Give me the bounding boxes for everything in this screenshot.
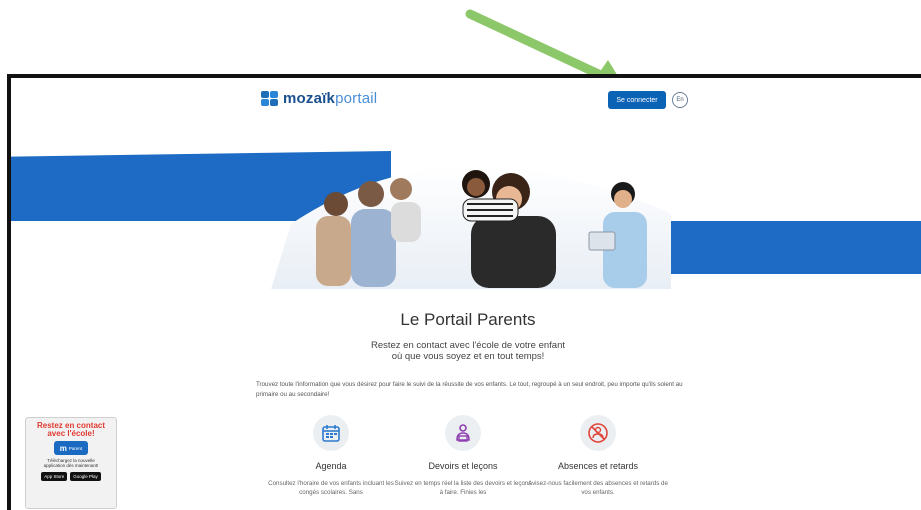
absence-no-person-icon [580,415,616,451]
hero-family-photo [271,165,671,289]
feature-absences-retards[interactable]: Absences et retards Avisez-nous facileme… [528,415,668,497]
se-connecter-button[interactable]: Se connecter [608,91,666,109]
subtitle-line-2: où que vous soyez et en tout temps! [391,351,545,362]
subtitle-line-1: Restez en contact avec l'école de votre … [370,340,566,351]
mozaik-parent-app-icon: m Parent [54,441,88,455]
feature-agenda[interactable]: Agenda Consultez l'horaire de vos enfant… [261,415,401,497]
mobile-app-promo[interactable]: Restez en contact avec l'école! m Parent… [25,417,117,509]
promo-description: Téléchargez la nouvelle application dès … [26,458,116,468]
promo-app-label: Parent [68,445,83,451]
feature-title: Agenda [315,461,347,471]
student-reading-icon [445,415,481,451]
page-title: Le Portail Parents [400,310,536,329]
mozaik-portail-logo[interactable]: mozaïkportail [261,90,377,107]
page-subtitle: Restez en contact avec l'école de votre … [11,340,921,362]
logo-wordmark: mozaïkportail [283,90,378,107]
language-toggle-button[interactable]: En [672,92,688,108]
feature-description: Avisez-nous facilement des absences et r… [528,480,668,496]
calendar-icon [313,415,349,451]
promo-title-line-2: avec l'école! [47,429,95,438]
google-play-badge[interactable]: Google Play [70,472,101,481]
feature-description: Consultez l'horaire de vos enfants inclu… [268,480,394,496]
promo-desc-line-2: application dès maintenant! [43,463,99,468]
intro-paragraph: Trouvez toute l'information que vous dés… [256,381,683,398]
promo-title: Restez en contact avec l'école! [26,422,116,438]
store-badges: App Store Google Play [26,472,116,481]
browser-page-frame: mozaïkportail Se connecter En Le Portail… [7,74,921,510]
mozaik-logo-icon [261,90,279,107]
feature-description: Suivez en temps réel la liste des devoir… [394,480,532,496]
feature-devoirs-lecons[interactable]: Devoirs et leçons Suivez en temps réel l… [393,415,533,497]
feature-title: Absences et retards [557,461,639,471]
feature-title: Devoirs et leçons [428,461,498,471]
app-store-badge[interactable]: App Store [41,472,68,481]
